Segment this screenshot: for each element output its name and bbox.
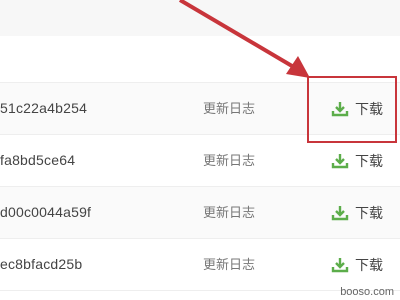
- download-icon: [331, 153, 349, 168]
- download-icon: [331, 205, 349, 220]
- top-strip: [0, 0, 400, 36]
- download-button[interactable]: 下载: [331, 239, 383, 290]
- changelog-link[interactable]: 更新日志: [203, 83, 255, 134]
- versions-table: 51c22a4b254 更新日志 下载 fa8bd5ce64 更新日志 下载 d…: [0, 83, 400, 291]
- changelog-link[interactable]: 更新日志: [203, 135, 255, 186]
- download-button[interactable]: 下载: [331, 83, 383, 134]
- watermark: booso.com: [340, 286, 394, 298]
- table-row: 51c22a4b254 更新日志 下载: [0, 83, 400, 135]
- table-header: [0, 36, 400, 83]
- download-icon: [331, 257, 349, 272]
- version-hash: 51c22a4b254: [0, 100, 88, 116]
- table-row: d00c0044a59f 更新日志 下载: [0, 187, 400, 239]
- changelog-link[interactable]: 更新日志: [203, 187, 255, 238]
- table-row: ec8bfacd25b 更新日志 下载: [0, 239, 400, 291]
- download-icon: [331, 101, 349, 116]
- changelog-link[interactable]: 更新日志: [203, 239, 255, 290]
- table-row: fa8bd5ce64 更新日志 下载: [0, 135, 400, 187]
- download-label: 下载: [355, 256, 383, 273]
- version-hash: ec8bfacd25b: [0, 256, 83, 272]
- download-label: 下载: [355, 152, 383, 169]
- download-button[interactable]: 下载: [331, 135, 383, 186]
- download-button[interactable]: 下载: [331, 187, 383, 238]
- version-hash: fa8bd5ce64: [0, 152, 76, 168]
- version-hash: d00c0044a59f: [0, 204, 92, 220]
- download-label: 下载: [355, 100, 383, 117]
- download-label: 下载: [355, 204, 383, 221]
